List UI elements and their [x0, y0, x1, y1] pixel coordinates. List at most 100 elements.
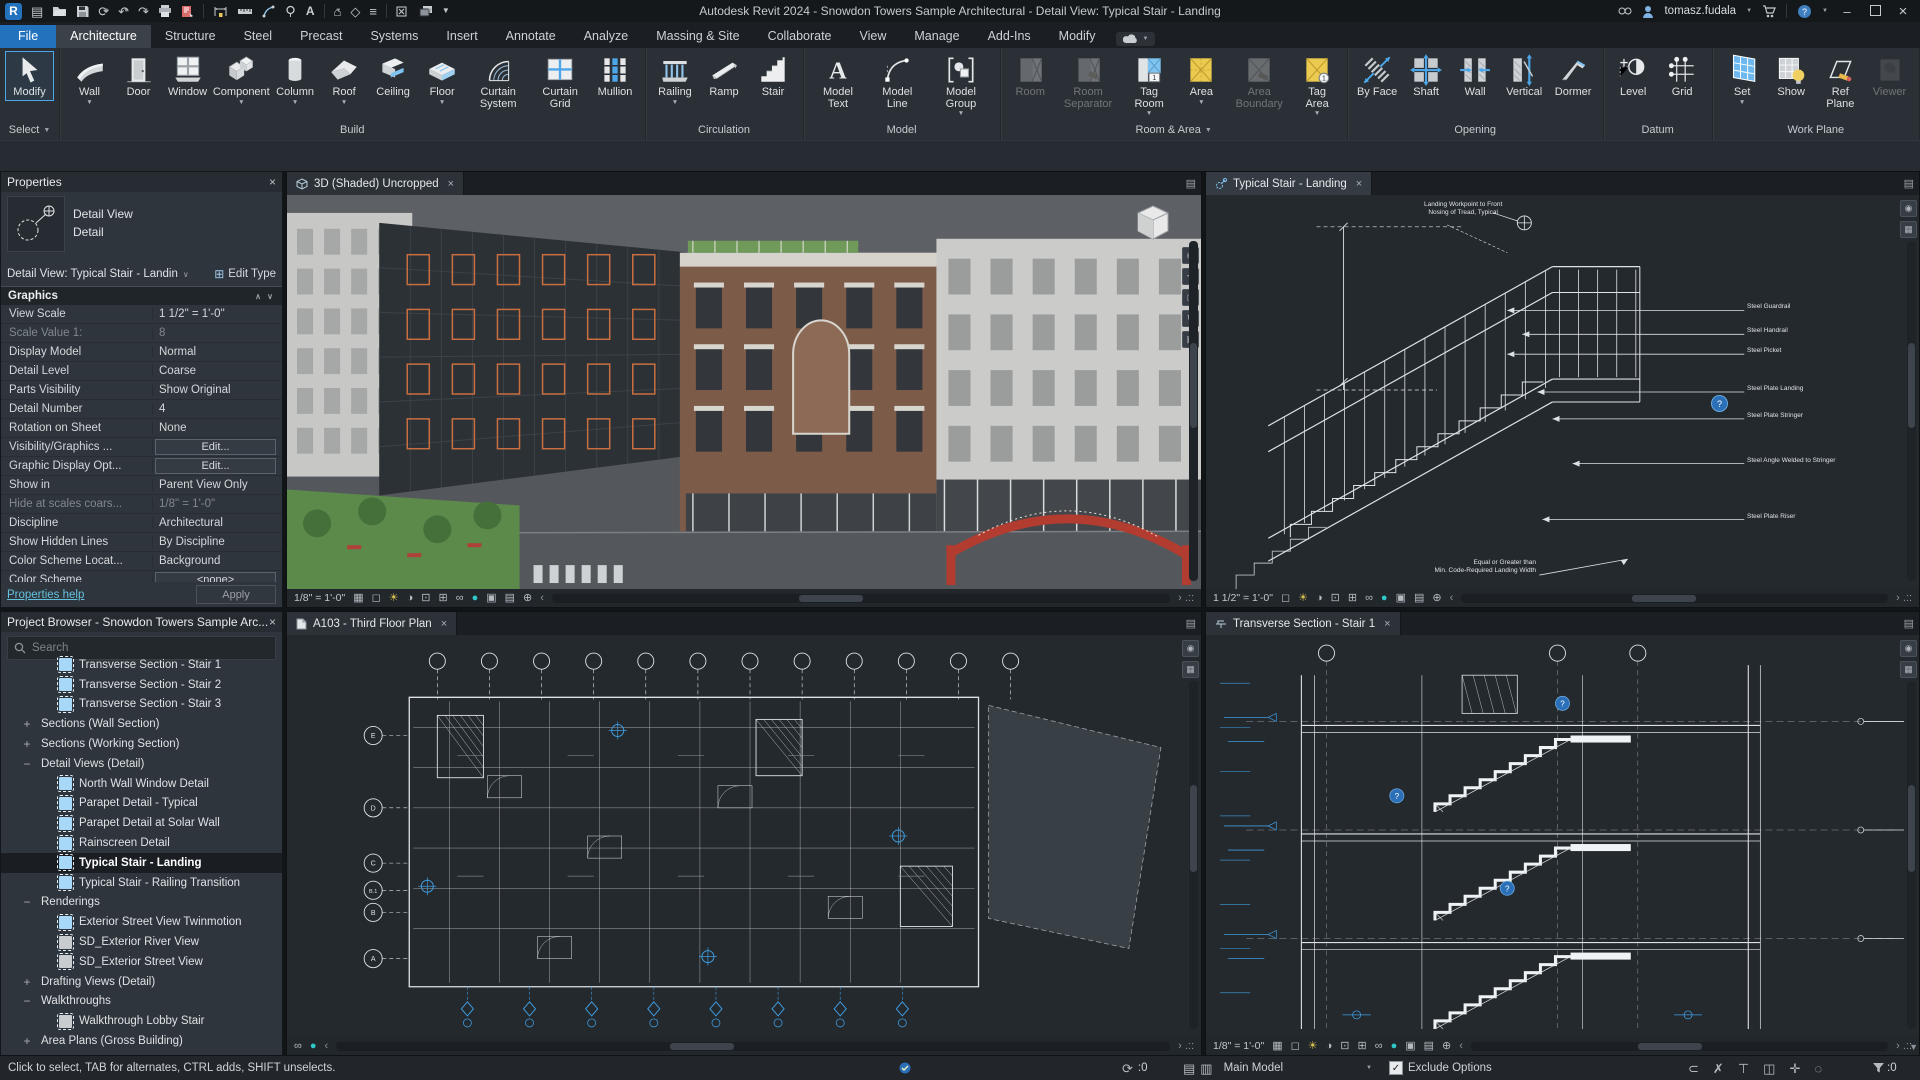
modify-button[interactable]: Modify [5, 51, 54, 101]
sketch-line-icon[interactable] [262, 5, 275, 18]
shaft-button[interactable]: Shaft [1402, 51, 1451, 101]
sun-icon[interactable]: ☀ [1298, 593, 1308, 604]
properties-close-icon[interactable]: × [269, 175, 276, 189]
ui-panels-icon[interactable]: ▤ [31, 5, 43, 18]
tree-item-typical-stair-landing[interactable]: Typical Stair - Landing [1, 853, 282, 873]
panel-caption[interactable]: Build [60, 122, 645, 140]
mullion-button[interactable]: Mullion [591, 51, 640, 101]
tree-item-transverse-section-stair-2[interactable]: Transverse Section - Stair 2 [1, 675, 282, 695]
exclude-options-checkbox[interactable]: ✓ [1389, 1061, 1403, 1075]
viewport-tools[interactable]: ◉▦ [1182, 640, 1199, 678]
customize-icon[interactable]: ▼ [442, 7, 450, 15]
view-scale[interactable]: 1/8" = 1'-0" [1213, 1040, 1264, 1052]
ref-plane-button[interactable]: Ref Plane [1816, 51, 1865, 112]
scroll-left-icon[interactable]: ‹ [540, 592, 544, 604]
property-value[interactable]: By Discipline [153, 536, 282, 548]
tree-item-parapet-detail-typical[interactable]: Parapet Detail - Typical [1, 794, 282, 814]
expand-icon[interactable]: − [21, 994, 33, 1008]
column-button[interactable]: Column▼ [271, 51, 320, 108]
tab-structure[interactable]: Structure [151, 25, 230, 48]
dropdown-caret-icon[interactable]: ▼ [439, 100, 445, 107]
open-folder-icon[interactable] [52, 5, 67, 17]
roof-button[interactable]: Roof▼ [320, 51, 369, 108]
paste-icon[interactable]: ▣ [486, 593, 496, 604]
expand-icon[interactable]: + [21, 737, 33, 751]
property-value[interactable]: Show Original [153, 384, 282, 396]
editing-requests-icon[interactable]: ⟳ [1122, 1062, 1133, 1075]
filter-icon[interactable] [1872, 1062, 1885, 1074]
property-value[interactable]: Normal [153, 346, 282, 358]
property-value[interactable]: None [153, 422, 282, 434]
tree-item-transverse-section-stair-3[interactable]: Transverse Section - Stair 3 [1, 695, 282, 715]
switch-windows-icon[interactable]: ▼ [419, 5, 433, 17]
horizontal-scrollbar[interactable] [1471, 1042, 1888, 1051]
dropdown-caret-icon[interactable]: ▼ [1739, 100, 1745, 107]
glasses-icon[interactable]: ∞ [1365, 593, 1373, 604]
building-icon[interactable]: ▤ [505, 593, 515, 604]
expand-icon[interactable]: − [21, 895, 33, 909]
tree-group-area-plans-gross-building-[interactable]: +Area Plans (Gross Building) [1, 1031, 282, 1051]
link-cursor-icon[interactable]: ⊂ [1688, 1062, 1699, 1075]
help-icon[interactable]: ? [1797, 4, 1812, 19]
scroll-left-icon[interactable]: ‹ [1459, 1040, 1463, 1052]
bulb-icon[interactable]: ● [472, 593, 479, 604]
tree-group-detail-views-detail-[interactable]: −Detail Views (Detail) [1, 754, 282, 774]
design-options-icon[interactable]: ▥ [1200, 1062, 1212, 1075]
tab-analyze[interactable]: Analyze [570, 25, 642, 48]
property-value[interactable]: Background [153, 555, 282, 567]
wall-button[interactable]: Wall▼ [65, 51, 114, 108]
redo-icon[interactable]: ↷▼ [138, 5, 149, 18]
tree-item-exterior-street-view-twinmotion[interactable]: Exterior Street View Twinmotion [1, 912, 282, 932]
tab-massing-site[interactable]: Massing & Site [642, 25, 753, 48]
tab-steel[interactable]: Steel [230, 25, 287, 48]
tree-group-drafting-views-detail-[interactable]: +Drafting Views (Detail) [1, 972, 282, 992]
restore-button[interactable] [1866, 4, 1884, 19]
tab-modify[interactable]: Modify [1045, 25, 1110, 48]
expand-icon[interactable]: − [21, 757, 33, 771]
shadow-icon[interactable]: ◑ [407, 593, 414, 604]
view-list-icon[interactable]: ▤ [1186, 172, 1201, 195]
dormer-button[interactable]: Dormer [1549, 51, 1598, 101]
performance-icon[interactable] [898, 1056, 912, 1080]
set-button[interactable]: Set▼ [1718, 51, 1767, 108]
glasses-icon[interactable]: ∞ [456, 593, 464, 604]
wall-button[interactable]: Wall [1451, 51, 1500, 101]
grid-icon[interactable]: ▦ [353, 593, 363, 604]
section-vscrollbar[interactable] [1907, 681, 1916, 1029]
property-edit-button[interactable]: <none> [155, 572, 276, 582]
tree-item-typical-stair-railing-transition[interactable]: Typical Stair - Railing Transition [1, 873, 282, 893]
design-option-caret[interactable]: ▼ [1366, 1065, 1372, 1071]
model-group-button[interactable]: Model Group▼ [927, 51, 995, 120]
save-icon[interactable] [76, 5, 89, 18]
view-marker-icon[interactable]: ◇ [350, 5, 360, 18]
tab-file[interactable]: File [0, 25, 56, 48]
component-button[interactable]: Component▼ [212, 51, 271, 108]
ceiling-button[interactable]: Ceiling [369, 51, 418, 101]
print-icon[interactable] [158, 5, 172, 17]
crop-icon[interactable]: ⊡ [1340, 1041, 1349, 1052]
scroll-right-icon[interactable]: › .:: [1896, 592, 1912, 604]
close-hidden-icon[interactable] [396, 6, 410, 17]
dropdown-caret-icon[interactable]: ▼ [958, 111, 964, 118]
worksets-icon[interactable]: ▤ [1183, 1062, 1195, 1075]
cube-icon[interactable]: ◻ [1291, 1041, 1300, 1052]
dropdown-caret-icon[interactable]: ▼ [672, 100, 678, 107]
tree-group-sections-wall-section-[interactable]: +Sections (Wall Section) [1, 714, 282, 734]
dropdown-caret-icon[interactable]: ▼ [238, 100, 244, 107]
tab-add-ins[interactable]: Add-Ins [974, 25, 1045, 48]
tab-insert[interactable]: Insert [432, 25, 491, 48]
tab-manage[interactable]: Manage [900, 25, 973, 48]
help-menu-caret[interactable]: ▼ [1822, 8, 1828, 14]
view-tab-3d[interactable]: 3D (Shaded) Uncropped × [287, 172, 464, 195]
type-selector-caret[interactable]: ∨ [183, 270, 189, 279]
view-list-icon[interactable]: ▤ [1186, 612, 1201, 635]
ramp-button[interactable]: Ramp [700, 51, 749, 101]
door-x-icon[interactable]: ◫ [1763, 1062, 1775, 1075]
area-button[interactable]: Area▼ [1177, 51, 1226, 108]
panel-caption[interactable]: Room & Area▼ [1001, 122, 1347, 140]
tag-icon[interactable] [284, 5, 297, 18]
dashed-circle-icon[interactable]: ◌ [1814, 1062, 1822, 1075]
viewport-tools[interactable]: ◉▦ [1900, 640, 1917, 678]
sun-icon[interactable]: ☀ [389, 593, 399, 604]
move-cursor-icon[interactable]: ✛ [1789, 1062, 1800, 1075]
